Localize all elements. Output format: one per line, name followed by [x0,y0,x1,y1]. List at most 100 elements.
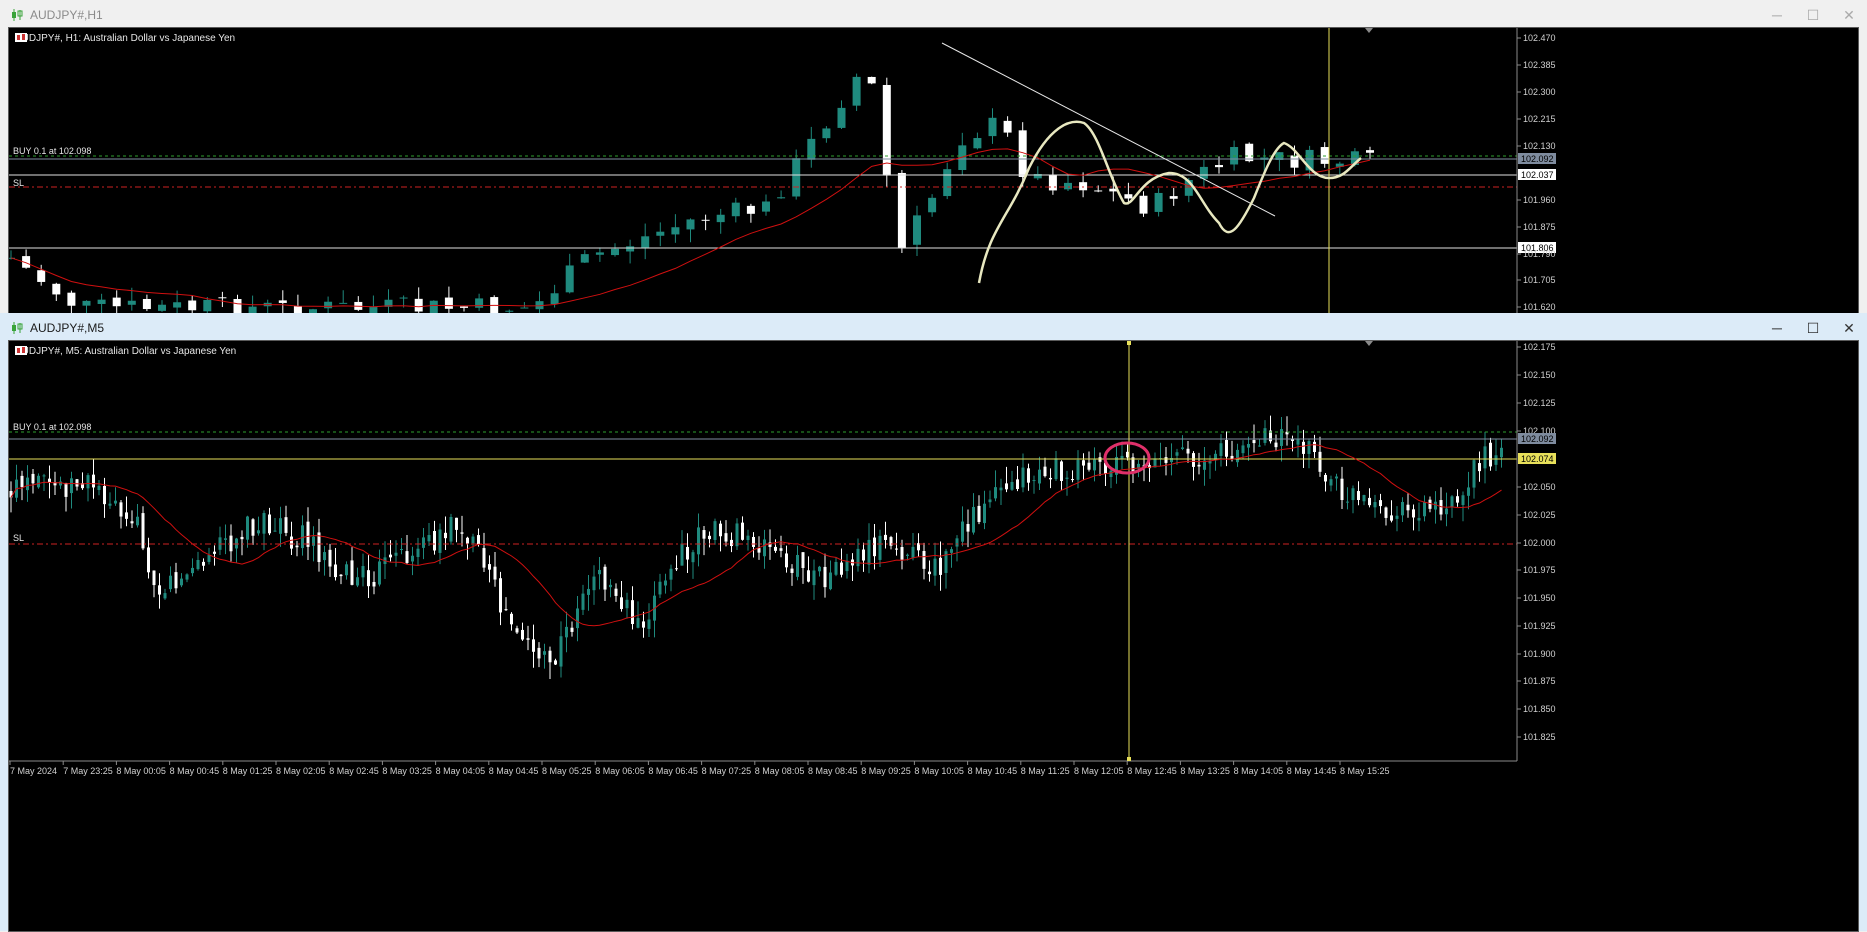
candle-body [361,566,365,578]
m5-chart-canvas[interactable]: AUDJPY#, M5: Australian Dollar vs Japane… [8,340,1859,932]
price-tick-label: 101.620 [1523,302,1556,312]
price-box-label: 102.074 [1521,454,1554,464]
candle-body [757,548,761,553]
candle-body [416,548,420,558]
price-tick-label: 101.900 [1523,649,1556,659]
candle-body [475,298,484,308]
candle-body [136,516,139,526]
time-tick-label: 8 May 02:45 [329,766,379,776]
candle-body [37,475,40,488]
candle-body [884,534,887,540]
drawn-wave-path[interactable] [977,120,1362,284]
candle-body [422,537,425,548]
candle-body [565,626,568,638]
candle-body [108,503,112,506]
candle-body [664,580,667,586]
candle-body [1048,175,1057,191]
candle-body [774,546,777,551]
candle-body [70,478,73,494]
candle-body [801,552,805,568]
candle-body [823,566,827,588]
candle-body [284,517,288,533]
time-tick-label: 8 May 08:45 [808,766,858,776]
candle-body [1021,467,1025,488]
h1-chart-window[interactable]: AUDJPY#,H1 ─ ☐ ✕ AUDJPY#, H1: Australian… [0,0,1867,314]
time-tick-label: 7 May 2024 [10,766,57,776]
candle-body [950,549,953,553]
candle-body [796,554,799,577]
chart-shift-marker[interactable] [1365,28,1373,33]
candle-body [82,300,91,306]
maximize-button[interactable]: ☐ [1795,313,1831,343]
candle-body [570,627,574,632]
candle-body [1094,190,1103,192]
candle-body [1335,476,1338,479]
h1-titlebar[interactable]: AUDJPY#,H1 ─ ☐ ✕ [0,0,1867,30]
candle-body [59,481,62,486]
candle-body [278,300,287,303]
candle-body [587,588,590,595]
candle-body [906,554,909,556]
time-tick-label: 8 May 02:05 [276,766,326,776]
candle-body [611,248,619,256]
minimize-button[interactable]: ─ [1759,313,1795,343]
candle-body [345,564,348,576]
candle-body [762,201,770,212]
candle-body [202,561,205,566]
candle-body [1329,479,1333,486]
candle-body [581,593,585,610]
candle-body [1489,442,1492,467]
maximize-button[interactable]: ☐ [1795,0,1831,30]
m5-price-axis: 102.175102.150102.125102.100102.050102.0… [1517,342,1556,742]
candle-body [1186,448,1190,454]
price-tick-label: 101.960 [1523,195,1556,205]
candle-body [1296,438,1300,445]
m5-titlebar[interactable]: AUDJPY#,M5 ─ ☐ ✕ [0,313,1867,343]
candle-body [548,650,552,663]
candle-body [1087,462,1091,470]
candle-body [922,551,926,569]
candle-body [152,570,156,586]
candle-body [1456,496,1459,503]
chart-shift-marker[interactable] [1365,341,1373,346]
candle-body [730,539,733,547]
candle-body [752,536,755,547]
candle-body [127,300,136,305]
price-box-label: 102.037 [1521,170,1554,180]
candle-body [1401,502,1404,516]
vline-handle-bottom [1127,757,1131,761]
candle-body [317,532,321,563]
price-box-label: 102.092 [1521,154,1554,164]
candle-body [130,521,134,524]
candle-body [900,547,904,560]
h1-chart-canvas[interactable]: AUDJPY#, H1: Australian Dollar vs Japane… [8,27,1859,314]
candle-body [1423,502,1426,517]
price-tick-label: 101.875 [1523,222,1556,232]
time-tick-label: 8 May 00:45 [170,766,220,776]
candle-body [1252,440,1256,444]
candle-body [188,300,197,311]
candle-body [1049,477,1052,480]
candle-body [520,307,529,309]
candle-body [977,505,981,522]
candle-body [125,512,128,519]
candle-body [505,310,514,312]
candle-body [471,536,475,544]
candle-body [1236,449,1239,463]
candle-body [1461,495,1465,506]
minimize-button[interactable]: ─ [1759,0,1795,30]
candle-body [1060,461,1063,481]
candle-body [339,574,343,577]
candle-body [218,297,227,299]
time-tick-label: 8 May 11:25 [1021,766,1070,776]
candle-body [1225,439,1228,457]
time-tick-label: 8 May 09:25 [861,766,911,776]
candle-body [213,551,216,554]
m5-window-title: AUDJPY#,M5 [30,321,105,335]
candle-body [580,254,589,263]
candle-body [405,551,409,563]
m5-chart-window[interactable]: AUDJPY#,M5 ─ ☐ ✕ AUDJPY#, M5: Australian… [0,313,1867,932]
close-button[interactable]: ✕ [1831,0,1867,30]
h1-sl-label: SL [13,178,24,188]
close-button[interactable]: ✕ [1831,313,1867,343]
